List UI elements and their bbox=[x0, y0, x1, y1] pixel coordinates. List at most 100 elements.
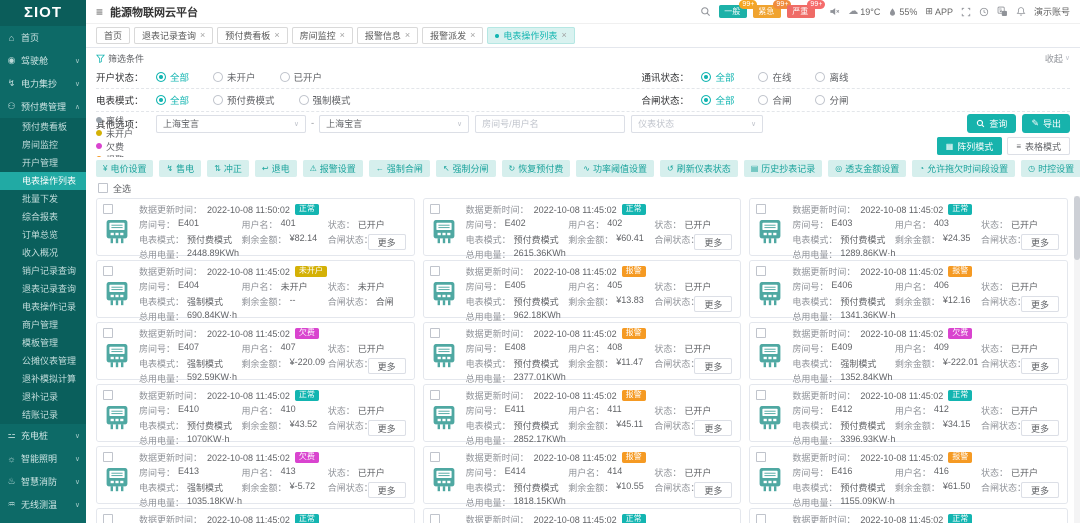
sidebar-item-refund-simulation[interactable]: 退补模拟计算 bbox=[0, 370, 86, 388]
card-checkbox[interactable] bbox=[756, 514, 766, 523]
bell-icon[interactable] bbox=[1016, 6, 1026, 17]
force-close-button[interactable]: ←强制合闸 bbox=[369, 160, 430, 177]
more-button[interactable]: 更多 bbox=[694, 420, 732, 436]
reversal-button[interactable]: ⇅冲正 bbox=[207, 160, 249, 177]
card-checkbox[interactable] bbox=[103, 390, 113, 400]
more-button[interactable]: 更多 bbox=[694, 234, 732, 250]
scrollbar-track[interactable] bbox=[1074, 196, 1080, 523]
card-checkbox[interactable] bbox=[430, 328, 440, 338]
sidebar-item-room-monitor[interactable]: 房间监控 bbox=[0, 136, 86, 154]
card-checkbox[interactable] bbox=[430, 514, 440, 523]
tab-return-query[interactable]: 退表记录查询× bbox=[134, 27, 213, 44]
fullscreen-icon[interactable] bbox=[961, 7, 971, 17]
price-setting-button[interactable]: ¥电价设置 bbox=[96, 160, 153, 177]
card-checkbox[interactable] bbox=[103, 514, 113, 523]
sidebar-item-merchant-management[interactable]: 商户管理 bbox=[0, 316, 86, 334]
meter-mode-option[interactable]: 全部 bbox=[156, 93, 189, 107]
scrollbar-thumb[interactable] bbox=[1074, 196, 1080, 260]
comm-status-option[interactable]: 全部 bbox=[701, 70, 734, 84]
more-button[interactable]: 更多 bbox=[1021, 420, 1059, 436]
sidebar-item-wireless-temperature[interactable]: ♒无线测温∨ bbox=[0, 493, 86, 516]
sidebar-item-meter-operation-list[interactable]: 电表操作列表 bbox=[0, 172, 86, 190]
meter-mode-option[interactable]: 强制模式 bbox=[299, 93, 351, 107]
tab-close-icon[interactable]: × bbox=[561, 31, 566, 40]
grid-mode-button[interactable]: ▦阵列模式 bbox=[937, 137, 1003, 155]
sidebar-item-home[interactable]: ⌂首页 bbox=[0, 26, 86, 49]
tab-close-icon[interactable]: × bbox=[200, 31, 205, 40]
tab-close-icon[interactable]: × bbox=[405, 31, 410, 40]
select-all-checkbox[interactable] bbox=[98, 183, 108, 193]
more-button[interactable]: 更多 bbox=[694, 482, 732, 498]
comm-status-option[interactable]: 离线 bbox=[815, 70, 848, 84]
alert-urgent[interactable]: 紧急99+ bbox=[753, 5, 781, 18]
mute-icon[interactable] bbox=[829, 6, 840, 17]
card-checkbox[interactable] bbox=[756, 328, 766, 338]
force-open-button[interactable]: ↖强制分闸 bbox=[436, 160, 496, 177]
switch-status-option[interactable]: 合闸 bbox=[758, 93, 791, 107]
tab-meter-operation[interactable]: 电表操作列表× bbox=[487, 27, 574, 44]
search-icon[interactable] bbox=[700, 6, 711, 17]
sidebar-item-settlement-records[interactable]: 结账记录 bbox=[0, 406, 86, 424]
sell-power-button[interactable]: ↯售电 bbox=[159, 160, 201, 177]
card-checkbox[interactable] bbox=[103, 328, 113, 338]
account-status-option[interactable]: 未开户 bbox=[213, 70, 256, 84]
alarm-setting-button[interactable]: ⚠报警设置 bbox=[303, 160, 363, 177]
card-checkbox[interactable] bbox=[430, 266, 440, 276]
building-select[interactable]: 上海宝言∨ bbox=[319, 115, 469, 133]
restore-prepaid-button[interactable]: ↻恢复预付费 bbox=[502, 160, 571, 177]
sidebar-item-order-overview[interactable]: 订单总览 bbox=[0, 226, 86, 244]
sidebar-item-comprehensive-report[interactable]: 综合报表 bbox=[0, 208, 86, 226]
sidebar-item-shared-meter-management[interactable]: 公摊仪表管理 bbox=[0, 352, 86, 370]
sidebar-item-smart-lighting[interactable]: ☼智能照明∨ bbox=[0, 447, 86, 470]
sidebar-item-meter-operation-records[interactable]: 电表操作记录 bbox=[0, 298, 86, 316]
more-button[interactable]: 更多 bbox=[368, 420, 406, 436]
card-checkbox[interactable] bbox=[430, 390, 440, 400]
sidebar-item-batch-dispatch[interactable]: 批量下发 bbox=[0, 190, 86, 208]
app-download[interactable]: ⊞ APP bbox=[925, 6, 953, 17]
comm-status-option[interactable]: 在线 bbox=[758, 70, 791, 84]
alert-critical[interactable]: 严重99+ bbox=[787, 5, 815, 18]
more-button[interactable]: 更多 bbox=[368, 482, 406, 498]
more-button[interactable]: 更多 bbox=[694, 358, 732, 374]
meter-status-select[interactable]: 仪表状态∨ bbox=[631, 115, 763, 133]
sidebar-item-account-cancel-records[interactable]: 销户记录查询 bbox=[0, 262, 86, 280]
card-checkbox[interactable] bbox=[756, 452, 766, 462]
more-button[interactable]: 更多 bbox=[368, 358, 406, 374]
tab-alarm-info[interactable]: 报警信息× bbox=[357, 27, 418, 44]
sidebar-item-prepaid-board[interactable]: 预付费看板 bbox=[0, 118, 86, 136]
history-reading-button[interactable]: ▤历史抄表记录 bbox=[744, 160, 823, 177]
language-icon[interactable] bbox=[997, 6, 1008, 17]
time-control-button[interactable]: ◷时控设置 bbox=[1021, 160, 1080, 177]
arrears-period-button[interactable]: ◔允许拖欠时间段设置 bbox=[912, 160, 1015, 177]
tab-prepaid-board[interactable]: 预付费看板× bbox=[217, 27, 287, 44]
account-name[interactable]: 演示账号 bbox=[1034, 5, 1070, 18]
more-button[interactable]: 更多 bbox=[1021, 296, 1059, 312]
menu-toggle-icon[interactable]: ≡ bbox=[96, 5, 103, 19]
card-checkbox[interactable] bbox=[103, 452, 113, 462]
sidebar-item-power-collection[interactable]: ↯电力集抄∨ bbox=[0, 72, 86, 95]
card-checkbox[interactable] bbox=[756, 204, 766, 214]
overdraft-amount-button[interactable]: ◎透支金额设置 bbox=[828, 160, 906, 177]
power-threshold-button[interactable]: ∿功率阈值设置 bbox=[576, 160, 654, 177]
room-user-input[interactable] bbox=[475, 115, 625, 133]
sidebar-item-account-opening[interactable]: 开户管理 bbox=[0, 154, 86, 172]
collapse-link[interactable]: 收起∨ bbox=[1045, 52, 1070, 65]
account-status-option[interactable]: 已开户 bbox=[280, 70, 323, 84]
card-checkbox[interactable] bbox=[103, 204, 113, 214]
refresh-meter-status-button[interactable]: ↺刷新仪表状态 bbox=[660, 160, 738, 177]
tab-close-icon[interactable]: × bbox=[470, 31, 475, 40]
tab-alarm-dispatch[interactable]: 报警派发× bbox=[422, 27, 483, 44]
table-mode-button[interactable]: ≡表格模式 bbox=[1007, 137, 1070, 155]
tab-room-monitor[interactable]: 房间监控× bbox=[292, 27, 353, 44]
search-button[interactable]: 查询 bbox=[967, 114, 1016, 133]
switch-status-option[interactable]: 全部 bbox=[701, 93, 734, 107]
sidebar-item-smart-fire[interactable]: ♨智慧消防∨ bbox=[0, 470, 86, 493]
tab-close-icon[interactable]: × bbox=[274, 31, 279, 40]
card-checkbox[interactable] bbox=[756, 390, 766, 400]
sidebar-item-income-overview[interactable]: 收入概况 bbox=[0, 244, 86, 262]
sidebar-item-cockpit[interactable]: ◉驾驶舱∨ bbox=[0, 49, 86, 72]
export-button[interactable]: ✎ 导出 bbox=[1022, 114, 1070, 133]
sidebar-item-refund-records[interactable]: 退补记录 bbox=[0, 388, 86, 406]
merchant-select[interactable]: 上海宝言∨ bbox=[156, 115, 306, 133]
card-checkbox[interactable] bbox=[756, 266, 766, 276]
